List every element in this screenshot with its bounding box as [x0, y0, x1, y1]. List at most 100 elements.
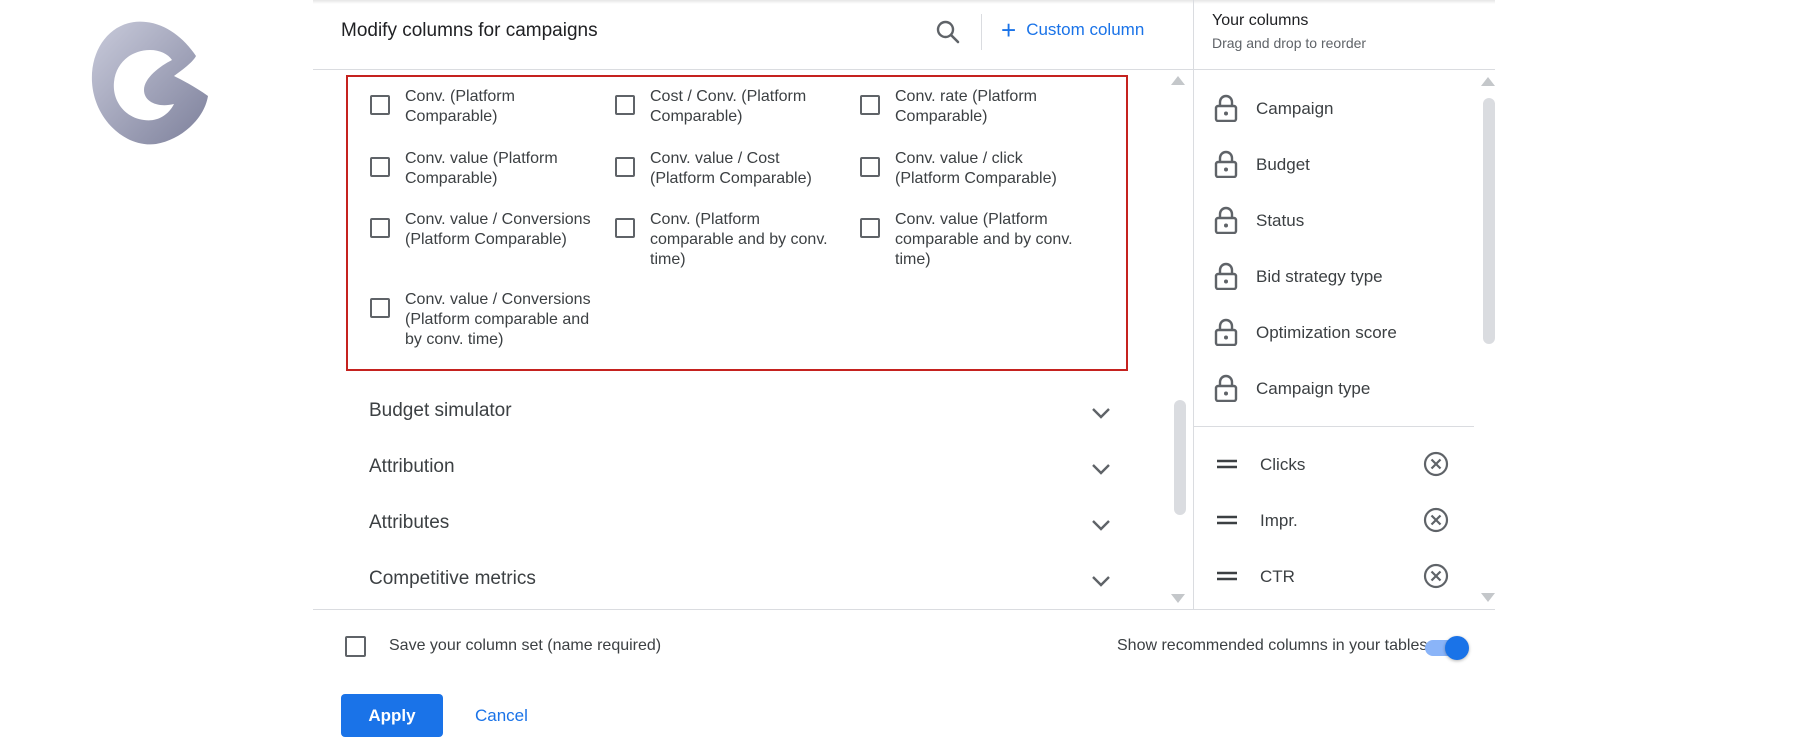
scrollbar-thumb[interactable] [1174, 400, 1186, 515]
option-cost-per-conv-platform-comparable[interactable]: Cost / Conv. (Platform Comparable) [615, 87, 855, 127]
option-conv-value-per-click[interactable]: Conv. value / click (Platform Comparable… [860, 149, 1100, 189]
lock-icon [1214, 206, 1238, 234]
option-label: Conv. value / Cost (Platform Comparable) [650, 150, 812, 187]
chevron-down-icon[interactable] [1089, 513, 1113, 537]
locked-columns-separator [1194, 426, 1474, 427]
section-label: Competitive metrics [369, 568, 536, 589]
movable-column-impr[interactable]: Impr. [1194, 492, 1474, 548]
search-icon[interactable] [935, 19, 961, 45]
chevron-down-icon[interactable] [1089, 569, 1113, 593]
header-divider [981, 14, 982, 50]
column-label: Campaign [1256, 99, 1334, 118]
option-label: Conv. value (Platform Comparable) [405, 150, 558, 187]
column-label: Budget [1256, 155, 1310, 174]
column-label: CTR [1260, 567, 1295, 586]
option-label: Conv. value (Platform comparable and by … [895, 211, 1073, 268]
scroll-up-arrow-icon[interactable] [1481, 77, 1495, 86]
dialog-header: Modify columns for campaigns + Custom co… [313, 0, 1193, 70]
custom-column-button[interactable]: + Custom column [1001, 15, 1144, 45]
your-columns-title: Your columns [1212, 12, 1309, 29]
scroll-up-arrow-icon[interactable] [1171, 76, 1185, 85]
locked-column-campaign-type: Campaign type [1194, 360, 1474, 416]
locked-column-budget: Budget [1194, 136, 1474, 192]
cancel-button[interactable]: Cancel [463, 694, 540, 737]
your-columns-subtitle: Drag and drop to reorder [1212, 35, 1367, 51]
locked-column-status: Status [1194, 192, 1474, 248]
column-label: Optimization score [1256, 323, 1397, 342]
footer-divider [313, 609, 1495, 610]
column-label: Bid strategy type [1256, 267, 1383, 286]
movable-column-ctr[interactable]: CTR [1194, 548, 1474, 604]
drag-handle-icon[interactable] [1216, 456, 1238, 472]
checkbox[interactable] [370, 298, 390, 318]
apply-button[interactable]: Apply [341, 694, 443, 737]
locked-column-bid-strategy-type: Bid strategy type [1194, 248, 1474, 304]
option-conv-rate-platform-comparable[interactable]: Conv. rate (Platform Comparable) [860, 87, 1100, 127]
remove-circle-icon[interactable] [1422, 562, 1450, 590]
dialog-title: Modify columns for campaigns [341, 20, 598, 41]
checkbox[interactable] [615, 95, 635, 115]
section-label: Attribution [369, 456, 455, 477]
column-label: Campaign type [1256, 379, 1371, 398]
movable-column-clicks[interactable]: Clicks [1194, 436, 1474, 492]
option-conv-value-per-conversions[interactable]: Conv. value / Conversions (Platform Comp… [370, 210, 610, 250]
scroll-down-arrow-icon[interactable] [1481, 593, 1495, 602]
option-label: Conv. (Platform Comparable) [405, 88, 515, 125]
section-budget-simulator[interactable]: Budget simulator [313, 383, 1193, 439]
checkbox[interactable] [615, 218, 635, 238]
section-attributes[interactable]: Attributes [313, 495, 1193, 551]
lock-icon [1214, 374, 1238, 402]
column-label: Clicks [1260, 455, 1306, 474]
locked-column-campaign: Campaign [1194, 80, 1474, 136]
option-label: Cost / Conv. (Platform Comparable) [650, 88, 807, 125]
recommended-columns-label: Show recommended columns in your tables [1117, 637, 1428, 654]
lock-icon [1214, 318, 1238, 346]
checkbox[interactable] [860, 157, 880, 177]
plus-icon: + [1001, 15, 1017, 45]
scroll-down-arrow-icon[interactable] [1171, 594, 1185, 603]
checkbox[interactable] [860, 218, 880, 238]
recommended-columns-toggle[interactable] [1425, 636, 1469, 660]
your-columns-header: Your columns Drag and drop to reorder [1194, 0, 1495, 70]
save-column-set-checkbox[interactable] [345, 636, 366, 657]
section-label: Attributes [369, 512, 450, 533]
your-columns-panel: Your columns Drag and drop to reorder Ca… [1194, 0, 1495, 609]
lock-icon [1214, 150, 1238, 178]
column-options-scroll-area: Conv. (Platform Comparable) Cost / Conv.… [313, 71, 1193, 609]
checkbox[interactable] [860, 95, 880, 115]
option-label: Conv. rate (Platform Comparable) [895, 88, 1037, 125]
option-conv-by-conv-time[interactable]: Conv. (Platform comparable and by conv. … [615, 210, 855, 270]
save-column-set-label: Save your column set (name required) [389, 637, 662, 654]
section-competitive-metrics[interactable]: Competitive metrics [313, 551, 1193, 607]
checkbox[interactable] [615, 157, 635, 177]
option-conv-platform-comparable[interactable]: Conv. (Platform Comparable) [370, 87, 610, 127]
chevron-down-icon[interactable] [1089, 457, 1113, 481]
option-conv-value-platform-comparable[interactable]: Conv. value (Platform Comparable) [370, 149, 610, 189]
lock-icon [1214, 94, 1238, 122]
drag-handle-icon[interactable] [1216, 512, 1238, 528]
section-label: Budget simulator [369, 400, 512, 421]
column-label: Status [1256, 211, 1305, 230]
remove-circle-icon[interactable] [1422, 450, 1450, 478]
option-label: Conv. value / Conversions (Platform comp… [405, 291, 591, 348]
toggle-knob [1445, 636, 1469, 660]
drag-handle-icon[interactable] [1216, 568, 1238, 584]
remove-circle-icon[interactable] [1422, 506, 1450, 534]
modify-columns-dialog: Modify columns for campaigns + Custom co… [313, 0, 1495, 750]
column-label: Impr. [1260, 511, 1298, 530]
locked-column-optimization-score: Optimization score [1194, 304, 1474, 360]
lock-icon [1214, 262, 1238, 290]
chevron-down-icon[interactable] [1089, 401, 1113, 425]
option-conv-value-per-conversions-by-conv-time[interactable]: Conv. value / Conversions (Platform comp… [370, 290, 610, 350]
checkbox[interactable] [370, 157, 390, 177]
highlighted-options-group: Conv. (Platform Comparable) Cost / Conv.… [346, 75, 1128, 371]
option-conv-value-per-cost[interactable]: Conv. value / Cost (Platform Comparable) [615, 149, 855, 189]
option-conv-value-by-conv-time[interactable]: Conv. value (Platform comparable and by … [860, 210, 1100, 270]
option-label: Conv. value / click (Platform Comparable… [895, 150, 1057, 187]
checkbox[interactable] [370, 218, 390, 238]
option-label: Conv. (Platform comparable and by conv. … [650, 211, 828, 268]
section-attribution[interactable]: Attribution [313, 439, 1193, 495]
checkbox[interactable] [370, 95, 390, 115]
scrollbar-thumb[interactable] [1483, 98, 1495, 344]
brand-logo-icon [91, 21, 208, 145]
